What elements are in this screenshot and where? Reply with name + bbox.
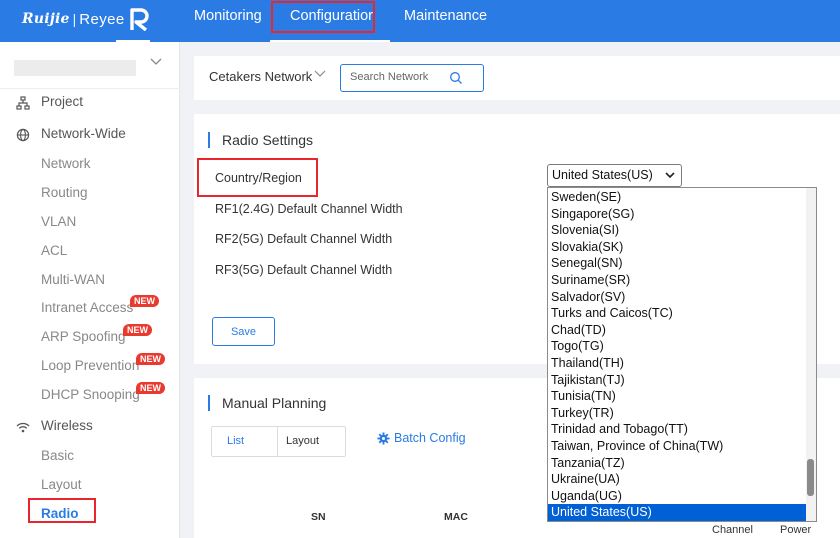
country-option[interactable]: Chad(TD): [548, 322, 806, 339]
radio-settings-title: Radio Settings: [208, 132, 313, 148]
sidebar-item-routing[interactable]: Routing: [41, 184, 88, 202]
scrollbar-thumb[interactable]: [807, 459, 814, 496]
search-icon[interactable]: [449, 71, 463, 85]
brand-logo[interactable]: Ruijie | Reyee: [22, 8, 151, 31]
country-option-selected[interactable]: United States(US): [548, 504, 806, 521]
sidebar-divider: [0, 88, 180, 89]
nav-active-indicator: [270, 40, 390, 42]
sidebar-item-network[interactable]: Network: [41, 155, 91, 173]
brand-separator: |: [72, 11, 77, 27]
column-header-mac: MAC: [444, 511, 468, 523]
rf3-channel-width-label: RF3(5G) Default Channel Width: [215, 263, 393, 277]
network-selector[interactable]: Cetakers Network: [209, 69, 312, 84]
country-option[interactable]: Singapore(SG): [548, 206, 806, 223]
globe-icon: [16, 128, 30, 142]
top-navigation-bar: Ruijie | Reyee Monitoring Configuratior …: [0, 0, 840, 42]
chevron-down-icon: [665, 172, 675, 179]
save-button[interactable]: Save: [212, 317, 275, 346]
rf1-channel-width-label: RF1(2.4G) Default Channel Width: [215, 202, 403, 216]
wifi-icon: [16, 422, 30, 433]
new-badge: NEW: [136, 353, 165, 365]
country-option[interactable]: Senegal(SN): [548, 255, 806, 272]
country-option[interactable]: Thailand(TH): [548, 355, 806, 372]
new-badge: NEW: [136, 382, 165, 394]
search-input[interactable]: [350, 71, 450, 83]
country-option[interactable]: Suriname(SR): [548, 272, 806, 289]
sidebar-item-layout[interactable]: Layout: [41, 476, 82, 494]
country-option[interactable]: Sweden(SE): [548, 189, 806, 206]
brand-name: Ruijie: [22, 11, 70, 27]
search-box[interactable]: [340, 64, 484, 92]
sidebar-item-wireless[interactable]: Wireless: [41, 417, 93, 435]
sidebar-item-arp-spoofing[interactable]: ARP Spoofing: [41, 328, 126, 346]
sidebar-item-vlan[interactable]: VLAN: [41, 213, 76, 231]
country-option[interactable]: Trinidad and Tobago(TT): [548, 421, 806, 438]
sidebar: Project Network-Wide Network Routing VLA…: [0, 42, 180, 538]
new-badge: NEW: [130, 295, 159, 307]
country-option[interactable]: Turks and Caicos(TC): [548, 305, 806, 322]
batch-config-button[interactable]: Batch Config: [377, 431, 466, 445]
nav-monitoring[interactable]: Monitoring: [194, 0, 262, 42]
sidebar-item-network-wide[interactable]: Network-Wide: [41, 125, 126, 143]
country-option[interactable]: Taiwan, Province of China(TW): [548, 438, 806, 455]
device-selector[interactable]: [14, 60, 136, 76]
column-header-sn: SN: [311, 511, 326, 523]
sidebar-item-basic[interactable]: Basic: [41, 447, 74, 465]
nav-maintenance[interactable]: Maintenance: [404, 0, 487, 42]
product-name: Reyee: [79, 10, 125, 28]
view-toggle: List Layout: [211, 426, 346, 457]
tab-layout[interactable]: Layout: [278, 427, 345, 456]
sidebar-item-dhcp-snooping[interactable]: DHCP Snooping: [41, 386, 140, 404]
country-option[interactable]: Tanzania(TZ): [548, 455, 806, 472]
chevron-down-icon[interactable]: [150, 57, 162, 69]
column-header-channel: Channel: [712, 524, 753, 536]
batch-config-label: Batch Config: [394, 431, 466, 445]
sidebar-item-multi-wan[interactable]: Multi-WAN: [41, 271, 105, 289]
country-option[interactable]: Slovakia(SK): [548, 239, 806, 256]
configuration-highlight-box: [271, 1, 375, 33]
sidebar-item-acl[interactable]: ACL: [41, 242, 67, 260]
country-option[interactable]: Turkey(TR): [548, 405, 806, 422]
sidebar-item-intranet-access[interactable]: Intranet Access: [41, 299, 133, 317]
gear-icon: [377, 431, 390, 445]
new-badge: NEW: [123, 324, 152, 336]
country-region-value: United States(US): [552, 168, 653, 182]
country-option[interactable]: Slovenia(SI): [548, 222, 806, 239]
tab-list[interactable]: List: [212, 427, 278, 456]
country-dropdown-list[interactable]: Sweden(SE) Singapore(SG) Slovenia(SI) Slova…: [547, 187, 817, 522]
reyee-r-icon: [129, 8, 149, 31]
country-region-select[interactable]: United States(US): [547, 164, 682, 187]
country-highlight-box: [197, 158, 318, 197]
chevron-down-icon[interactable]: [314, 69, 326, 81]
country-option[interactable]: Salvador(SV): [548, 289, 806, 306]
network-bar: Cetakers Network: [194, 56, 840, 100]
country-option[interactable]: Tajikistan(TJ): [548, 372, 806, 389]
sidebar-item-loop-prevention[interactable]: Loop Prevention: [41, 357, 139, 375]
country-options: Sweden(SE) Singapore(SG) Slovenia(SI) Slova…: [548, 189, 806, 521]
country-option[interactable]: Uganda(UG): [548, 488, 806, 505]
country-option[interactable]: Togo(TG): [548, 338, 806, 355]
column-header-power: Power: [780, 524, 812, 536]
project-tree-icon: [16, 96, 30, 110]
country-option[interactable]: Ukraine(UA): [548, 471, 806, 488]
radio-highlight-box: [28, 498, 96, 523]
country-option[interactable]: Tunisia(TN): [548, 388, 806, 405]
rf2-channel-width-label: RF2(5G) Default Channel Width: [215, 232, 393, 246]
manual-planning-title: Manual Planning: [208, 395, 326, 411]
sidebar-item-project[interactable]: Project: [41, 93, 83, 111]
dropdown-scrollbar[interactable]: [806, 188, 816, 521]
